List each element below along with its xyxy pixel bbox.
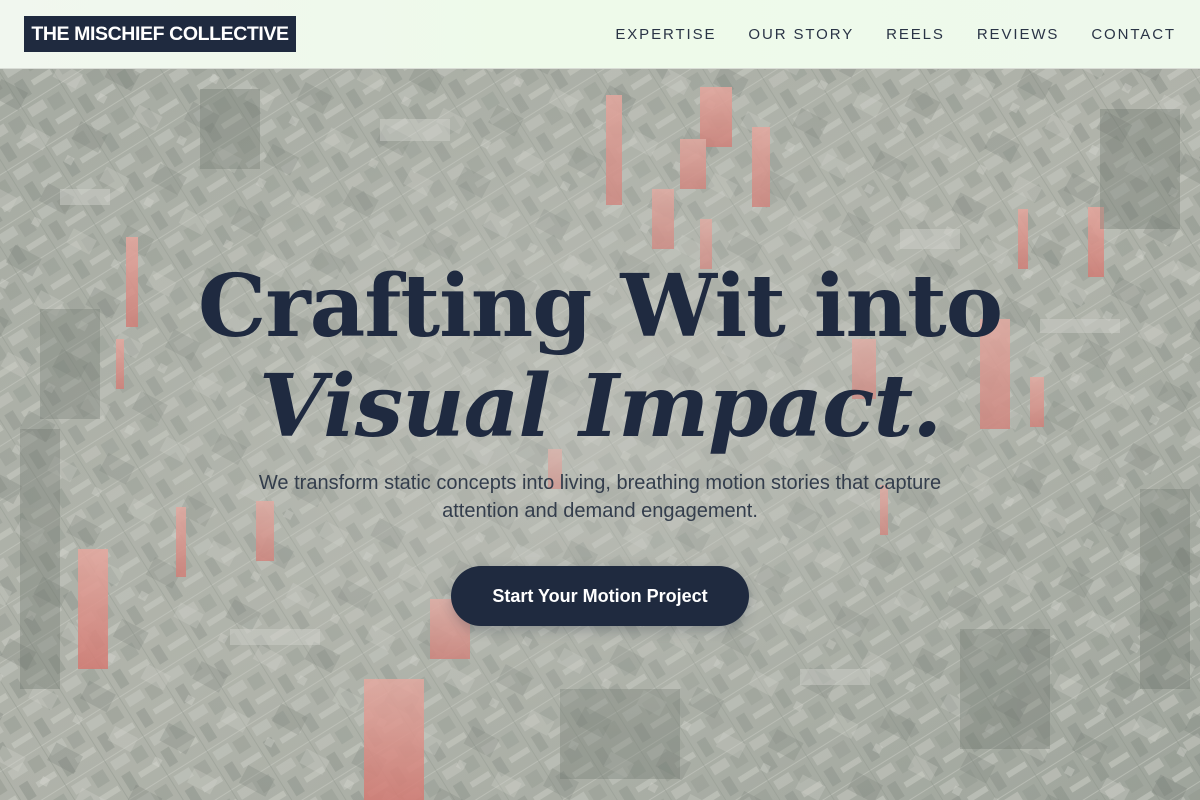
nav-link-expertise[interactable]: EXPERTISE [615, 26, 716, 43]
headline-line-2: Visual Impact. [258, 356, 942, 457]
headline-line-1: Crafting Wit into [197, 256, 1003, 357]
logo[interactable]: THE MISCHIEF COLLECTIVE [24, 16, 296, 52]
hero-headline: Crafting Wit into Visual Impact. [0, 257, 1200, 457]
site-header: THE MISCHIEF COLLECTIVE EXPERTISE OUR ST… [0, 0, 1200, 69]
nav-link-reviews[interactable]: REVIEWS [977, 26, 1059, 43]
nav-link-contact[interactable]: CONTACT [1091, 26, 1176, 43]
main-nav: EXPERTISE OUR STORY REELS REVIEWS CONTAC… [615, 0, 1176, 68]
start-project-button[interactable]: Start Your Motion Project [451, 566, 749, 626]
nav-link-reels[interactable]: REELS [886, 26, 945, 43]
hero-subheadline: We transform static concepts into living… [258, 472, 942, 522]
hero-section: Crafting Wit into Visual Impact. We tran… [0, 69, 1200, 800]
nav-link-our-story[interactable]: OUR STORY [748, 26, 854, 43]
